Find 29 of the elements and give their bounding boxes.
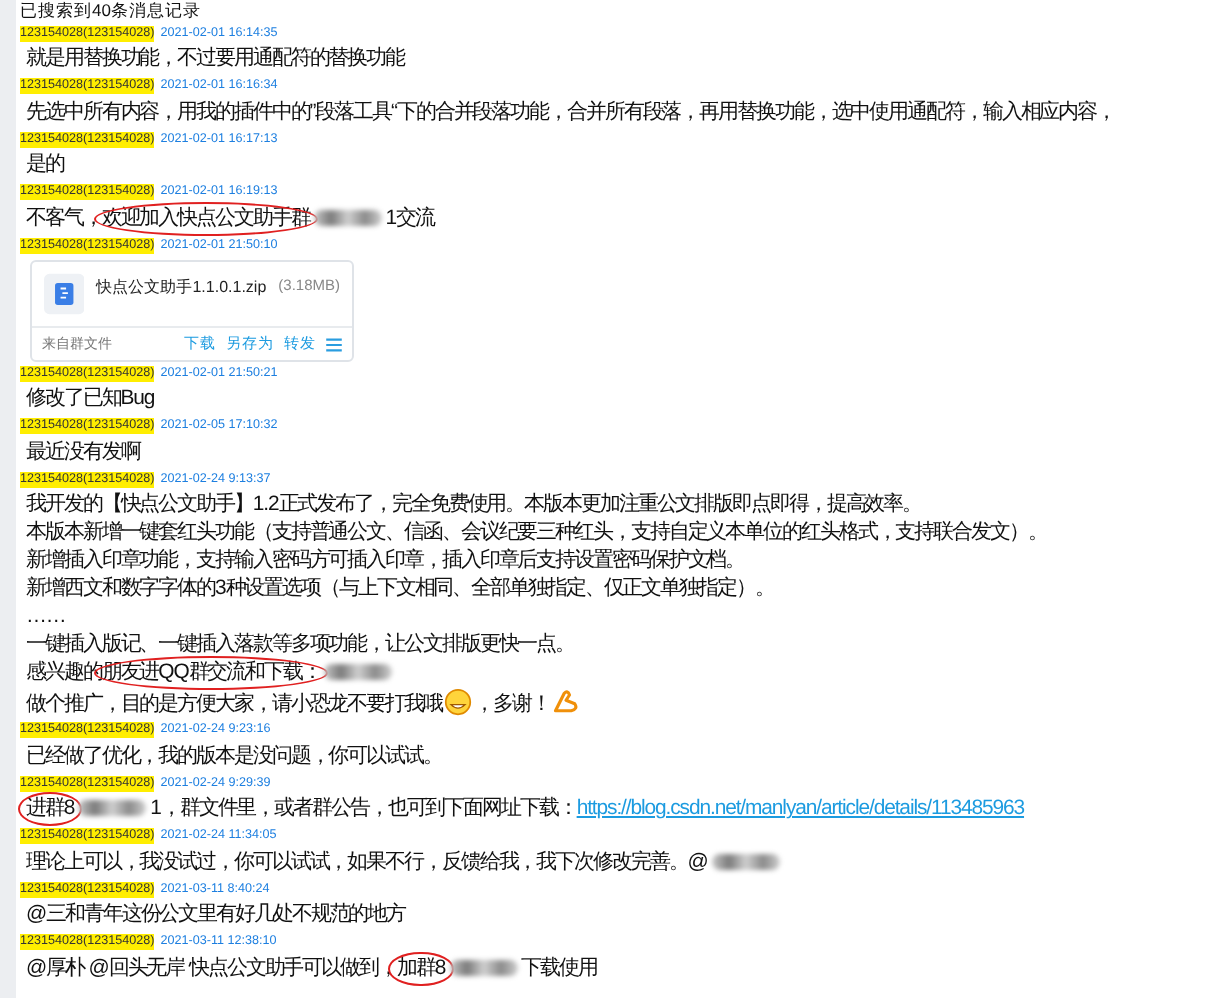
circle-annotation (388, 951, 454, 986)
url-link[interactable]: https://blog.csdn.net/manlyan/article/details/113485963 (576, 798, 1025, 821)
file-name: 快点公文助手1.1.0.1.zip (96, 276, 267, 299)
message-text: 最近没有发啊 (26, 438, 143, 468)
grin-emoji-icon (443, 687, 472, 716)
message-text: @三和青年这份公文里有好几处不规范的地方 (26, 900, 408, 931)
blurred-text (324, 663, 393, 680)
blurred-text (711, 853, 780, 870)
search-result-count: 已搜索到40条消息记录 (18, 0, 203, 24)
message-text: 修改了已知Bug (26, 385, 157, 415)
message-text: 是的 (26, 151, 67, 181)
message-text: 理论上可以，我没试过，你可以试试，如果不行，反馈给我，我下次修改完善。@ (26, 847, 1224, 879)
message-text: 我开发的【快点公文助手】1.2正式发布了，完全免费使用。本版本更加注重公文排版即点即得，提高效率。 (26, 491, 924, 520)
blurred-text (313, 210, 382, 227)
message-text: 已经做了优化，我的版本是没问题，你可以试试。 (26, 742, 444, 772)
message-text: 进群8 1，群文件里，或者群公告，也可到下面网址下载：https://blog.csdn.net/manlyan/article/details/113485963 (26, 794, 1224, 826)
message-text: …… (26, 603, 68, 632)
message-text: 就是用替换功能，不过要用通配符的替换功能 (26, 44, 408, 74)
message-text: 新增西文和数字字体的3种设置选项（与上下文相同、全部单独指定、仅正文单独指定）。 (26, 575, 776, 604)
menu-icon[interactable] (326, 337, 342, 352)
blurred-text (449, 960, 518, 977)
message-text: 做个推广，目的是方便大家，请小恐龙不要打我哦 ，多谢！ (26, 687, 1224, 720)
message-text: 一键插入版记、一键插入落款等多项功能，让公文排版更快一点。 (26, 631, 577, 660)
file-icon (44, 272, 85, 317)
blurred-text (78, 800, 147, 817)
message-text: 不客气，欢迎加入快点公文助手群 1交流 (26, 203, 1224, 235)
message-text: 新增插入印章功能，支持输入密码方可插入印章，插入印章后支持设置密码保护文档。 (26, 547, 747, 576)
message-text: 先选中所有内容，用我的插件中的”段落工具“下的合并段落功能，合并所有段落，再用替换功能，选中使用通配符，输入相应内容， (26, 98, 1118, 128)
message-text: 本版本新增一键套红头功能（支持普通公文、信函、会议纪要三种红头，支持自定义本单位的红头格式，支持联合发文）。 (26, 519, 1049, 548)
